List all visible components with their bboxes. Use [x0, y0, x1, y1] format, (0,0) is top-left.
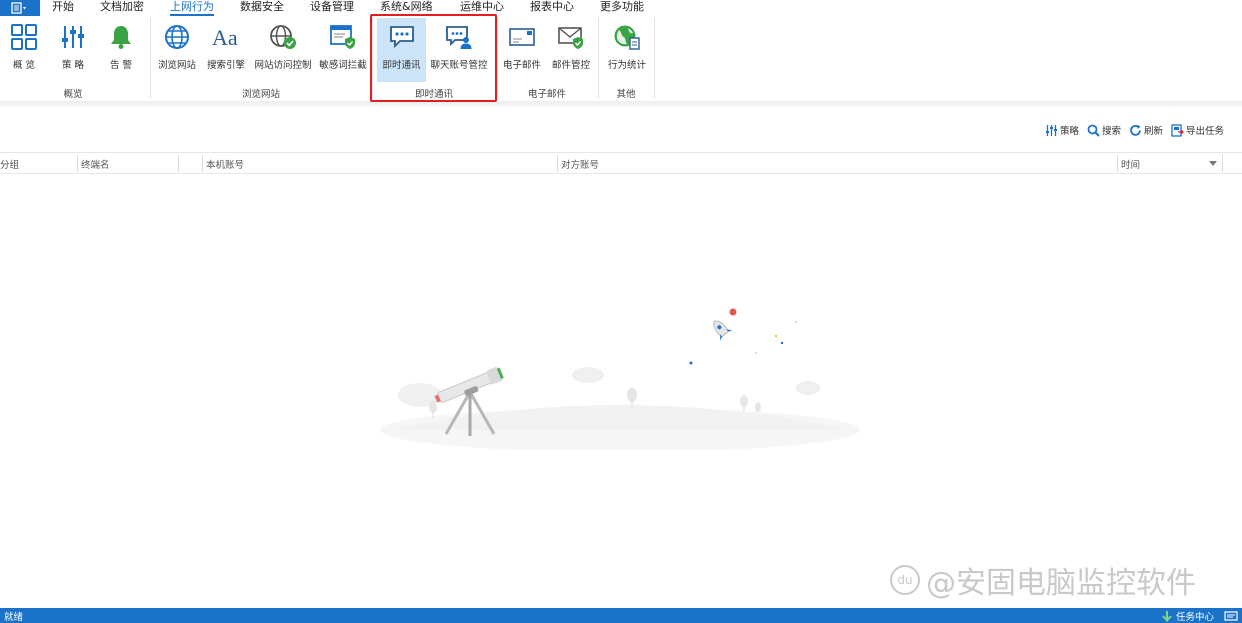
- policy-sliders-icon: [1045, 124, 1057, 136]
- toolbar-refresh-button[interactable]: 刷新: [1129, 123, 1163, 137]
- ribbon-alarm-button[interactable]: 告 警: [102, 18, 140, 82]
- tab-start[interactable]: 开始: [52, 0, 74, 16]
- watermark: du @安固电脑监控软件: [890, 560, 1196, 601]
- highlight-annotation-box: [370, 14, 497, 102]
- toolbar-refresh-label: 刷新: [1143, 126, 1163, 137]
- empty-state-illustration: [370, 300, 870, 452]
- ribbon-policy-button[interactable]: 策 略: [54, 18, 92, 82]
- group-separator: [497, 18, 498, 98]
- content-toolbar: 策略 搜索 刷新 导出任务: [1045, 121, 1224, 139]
- watermark-text: @安固电脑监控软件: [926, 566, 1196, 601]
- ribbon-bottom-border: [0, 101, 1242, 107]
- column-separator[interactable]: [178, 155, 179, 172]
- column-dropdown-arrow-icon[interactable]: [1209, 161, 1217, 166]
- envelope-shield-icon: [556, 22, 586, 52]
- ribbon-search-engine-button[interactable]: Aa 搜索引擎: [204, 18, 248, 82]
- toolbar-search-label: 搜索: [1101, 126, 1121, 137]
- window-shield-icon: [328, 22, 358, 52]
- svg-text:Aa: Aa: [212, 25, 238, 50]
- task-center-label: 任务中心: [1175, 612, 1214, 623]
- column-header-peer-account[interactable]: 对方账号: [561, 157, 599, 171]
- group-label-browse-web: 浏览网站: [241, 89, 281, 100]
- ribbon-search-engine-label: 搜索引擎: [206, 60, 245, 71]
- toolbar-export-task-label: 导出任务: [1185, 126, 1224, 137]
- table-header: 分组 终端名 本机账号 对方账号 时间: [0, 152, 1242, 174]
- alarm-bell-icon: [106, 22, 136, 52]
- ribbon-policy-label: 策 略: [61, 60, 85, 71]
- ribbon-email-label: 电子邮件: [502, 60, 541, 71]
- group-label-other: 其他: [616, 89, 636, 100]
- ribbon-mail-control-label: 邮件管控: [551, 60, 590, 71]
- column-separator[interactable]: [202, 155, 203, 172]
- toolbar-policy-button[interactable]: 策略: [1045, 123, 1079, 137]
- download-arrow-icon: [1162, 610, 1172, 622]
- task-center-button[interactable]: 任务中心: [1162, 609, 1238, 623]
- tab-more-features[interactable]: 更多功能: [600, 0, 644, 16]
- group-label-overview: 概览: [63, 89, 83, 100]
- toolbar-export-task-button[interactable]: 导出任务: [1171, 123, 1224, 137]
- globe-report-icon: [612, 22, 642, 52]
- ribbon-mail-control-button[interactable]: 邮件管控: [548, 18, 594, 82]
- column-separator[interactable]: [1222, 155, 1223, 172]
- ribbon-browse-web-button[interactable]: 浏览网站: [154, 18, 200, 82]
- message-box-icon: [1224, 611, 1238, 621]
- group-separator: [654, 18, 655, 98]
- column-header-time[interactable]: 时间: [1121, 157, 1140, 171]
- ribbon-alarm-label: 告 警: [109, 60, 133, 71]
- envelope-icon: [507, 22, 537, 52]
- tab-doc-encryption[interactable]: 文档加密: [100, 0, 144, 16]
- column-separator[interactable]: [77, 155, 78, 172]
- globe-icon: [162, 22, 192, 52]
- globe-check-icon: [268, 22, 298, 52]
- refresh-icon: [1130, 124, 1141, 136]
- column-header-local-account[interactable]: 本机账号: [206, 157, 244, 171]
- ribbon-behavior-stats-label: 行为统计: [607, 60, 646, 71]
- ribbon-email-button[interactable]: 电子邮件: [500, 18, 544, 82]
- toolbar-policy-label: 策略: [1059, 126, 1079, 137]
- column-header-group[interactable]: 分组: [0, 157, 19, 171]
- app-menu-icon: [11, 2, 26, 14]
- policy-sliders-icon: [58, 22, 88, 52]
- toolbar-search-button[interactable]: 搜索: [1087, 123, 1121, 137]
- ribbon-overview-label: 概 览: [12, 60, 36, 71]
- ribbon-site-access-control-button[interactable]: 网站访问控制: [252, 18, 314, 82]
- ribbon: 概 览 策 略 告 警 概览 浏览网站 Aa 搜索引擎 网站访问控制 敏感词拦截…: [0, 16, 1242, 101]
- search-icon: [1087, 124, 1100, 137]
- ribbon-site-access-control-label: 网站访问控制: [254, 60, 312, 71]
- status-text: 就绪: [4, 612, 24, 623]
- app-menu-button[interactable]: [0, 0, 40, 16]
- column-header-terminal-name[interactable]: 终端名: [81, 157, 110, 171]
- tab-device-management[interactable]: 设备管理: [310, 0, 354, 16]
- group-separator: [598, 18, 599, 98]
- ribbon-sensitive-word-block-label: 敏感词拦截: [319, 60, 367, 71]
- status-bar: 就绪 任务中心: [0, 608, 1242, 623]
- ribbon-sensitive-word-block-button[interactable]: 敏感词拦截: [318, 18, 368, 82]
- watermark-badge-icon: du: [890, 565, 920, 595]
- tab-data-security[interactable]: 数据安全: [240, 0, 284, 16]
- tab-report-center[interactable]: 报表中心: [530, 0, 574, 16]
- ribbon-browse-web-label: 浏览网站: [157, 60, 196, 71]
- export-icon: [1171, 123, 1184, 137]
- tab-internet-behavior[interactable]: 上网行为: [170, 0, 214, 16]
- group-separator: [150, 18, 151, 98]
- ribbon-behavior-stats-button[interactable]: 行为统计: [604, 18, 650, 82]
- overview-grid-icon: [9, 22, 39, 52]
- font-aa-icon: Aa: [211, 22, 241, 52]
- ribbon-overview-button[interactable]: 概 览: [4, 18, 44, 82]
- group-label-email: 电子邮件: [527, 89, 567, 100]
- menu-bar: 开始 文档加密 上网行为 数据安全 设备管理 系统&网络 运维中心 报表中心 更…: [0, 0, 1242, 16]
- watermark-badge-text: du: [897, 573, 913, 587]
- column-separator[interactable]: [1117, 155, 1118, 172]
- column-separator[interactable]: [557, 155, 558, 172]
